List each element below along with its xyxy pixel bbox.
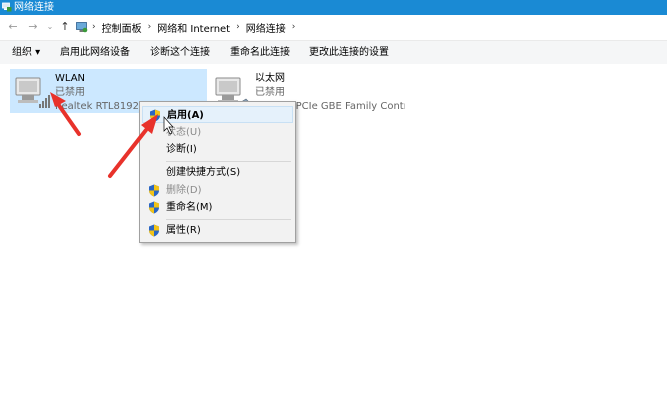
menu-item-label: 创建快捷方式(S) [166, 167, 241, 178]
change-settings-button[interactable]: 更改此连接的设置 [309, 46, 389, 59]
breadcrumb: › 控制面板 › 网络和 Internet › 网络连接 › [92, 20, 296, 35]
control-panel-icon [76, 22, 88, 33]
adapter-name: WLAN [55, 73, 86, 84]
adapter-status: 已禁用 [55, 87, 85, 98]
address-bar: ← → ⌄ ↑ › 控制面板 › 网络和 Internet › 网络连接 › [0, 15, 667, 39]
organize-button[interactable]: 组织 ▾ [12, 46, 40, 59]
breadcrumb-separator: › [291, 22, 296, 32]
breadcrumb-separator: › [236, 22, 240, 32]
window-title: 网络连接 [14, 2, 54, 13]
breadcrumb-item-network-connections[interactable]: 网络连接 [246, 20, 286, 35]
wireless-adapter-icon [15, 77, 50, 108]
menu-item-status[interactable]: 状态(U) [142, 124, 293, 141]
breadcrumb-item-network-internet[interactable]: 网络和 Internet [157, 20, 230, 35]
enable-device-button[interactable]: 启用此网络设备 [60, 46, 130, 59]
recent-locations-chevron-icon[interactable]: ⌄ [43, 20, 57, 34]
menu-item-label: 状态(U) [166, 127, 202, 138]
menu-item-delete[interactable]: 删除(D) [142, 182, 293, 199]
rename-button[interactable]: 重命名此连接 [230, 46, 290, 59]
uac-shield-icon [149, 201, 159, 214]
menu-item-label: 启用(A) [167, 110, 204, 121]
breadcrumb-separator: › [147, 22, 152, 32]
menu-item-create-shortcut[interactable]: 创建快捷方式(S) [142, 164, 293, 181]
menu-separator [166, 219, 291, 220]
title-bar: 网络连接 [0, 0, 667, 15]
forward-arrow-icon[interactable]: → [26, 20, 40, 34]
uac-shield-icon [149, 184, 159, 197]
up-arrow-icon[interactable]: ↑ [58, 20, 72, 34]
adapter-list: WLAN 已禁用 Realtek RTL8192EU Wireless L...… [0, 64, 667, 414]
menu-item-rename[interactable]: 重命名(M) [142, 199, 293, 216]
breadcrumb-item-control-panel[interactable]: 控制面板 [102, 20, 142, 35]
menu-item-label: 重命名(M) [166, 202, 213, 213]
network-connections-icon [2, 2, 12, 12]
menu-item-diagnose[interactable]: 诊断(I) [142, 141, 293, 158]
uac-shield-icon [150, 109, 160, 122]
adapter-name: 以太网 [255, 73, 285, 84]
menu-item-label: 诊断(I) [166, 144, 197, 155]
adapter-status: 已禁用 [255, 87, 285, 98]
command-bar: 组织 ▾ 启用此网络设备 诊断这个连接 重命名此连接 更改此连接的设置 [0, 40, 667, 65]
menu-item-properties[interactable]: 属性(R) [142, 222, 293, 239]
menu-item-label: 删除(D) [166, 185, 202, 196]
menu-separator [166, 161, 291, 162]
menu-item-label: 属性(R) [166, 225, 201, 236]
uac-shield-icon [149, 224, 159, 237]
diagnose-button[interactable]: 诊断这个连接 [150, 46, 210, 59]
breadcrumb-separator: › [92, 22, 96, 32]
back-arrow-icon[interactable]: ← [6, 20, 20, 34]
menu-item-enable[interactable]: 启用(A) [142, 106, 293, 123]
context-menu: 启用(A) 状态(U) 诊断(I) 创建快捷方式(S) 删除(D) 重命名(M) [139, 101, 296, 243]
